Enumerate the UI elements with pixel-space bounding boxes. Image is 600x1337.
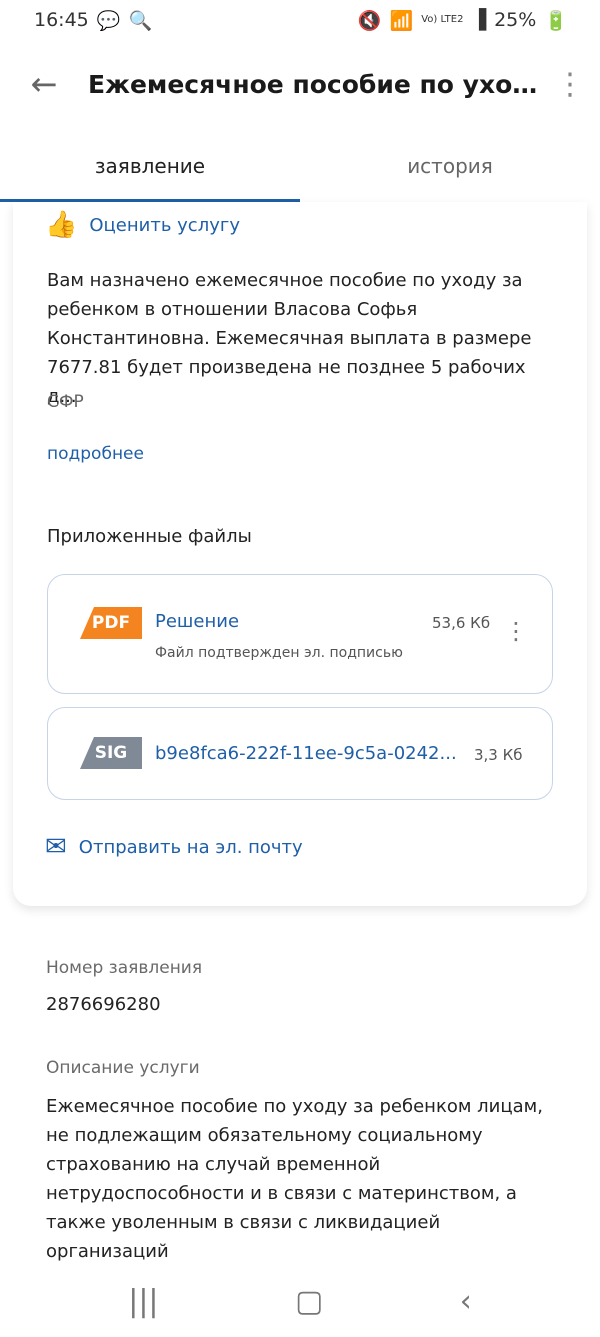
rate-service-button[interactable]: 👍 Оценить услугу: [45, 210, 240, 240]
lte-label: Vo) LTE2: [421, 14, 464, 25]
tab-history[interactable]: история: [300, 130, 600, 202]
recents-icon[interactable]: |||: [128, 1284, 158, 1319]
file-size: 53,6 Кб: [432, 614, 491, 632]
file-signature-note: Файл подтвержден эл. подписью: [155, 645, 403, 661]
tab-application[interactable]: заявление: [0, 130, 300, 202]
file-size: 3,3 Кб: [474, 746, 523, 764]
status-right: 🔇 📶 Vo) LTE2 ▐ 25% 🔋: [358, 9, 568, 32]
send-email-label: Отправить на эл. почту: [78, 836, 303, 858]
more-link[interactable]: подробнее: [47, 444, 144, 464]
signal-icon: ▐: [471, 9, 487, 31]
system-nav-bar: ||| ▢ ‹: [0, 1266, 600, 1336]
wifi-icon: 📶: [389, 9, 414, 32]
search-icon: 🔍: [128, 9, 153, 32]
send-email-button[interactable]: ✉ Отправить на эл. почту: [45, 832, 303, 862]
home-icon[interactable]: ▢: [295, 1284, 323, 1319]
app-bar: ← Ежемесячное пособие по уход... ⋮: [0, 44, 600, 124]
status-bar: 16:45 💬 🔍 🔇 📶 Vo) LTE2 ▐ 25% 🔋: [0, 0, 600, 40]
rate-service-label: Оценить услугу: [89, 214, 240, 236]
status-message: Вам назначено ежемесячное пособие по ухо…: [47, 270, 532, 407]
sig-badge-icon: SIG: [80, 737, 142, 769]
back-icon[interactable]: ‹: [460, 1284, 472, 1319]
service-description-label: Описание услуги: [46, 1058, 200, 1078]
status-time: 16:45: [34, 9, 89, 31]
chat-icon: 💬: [96, 9, 121, 32]
application-number-value: 2876696280: [46, 994, 161, 1015]
application-number-label: Номер заявления: [46, 958, 203, 978]
more-vertical-icon[interactable]: ⋮: [540, 44, 600, 124]
attached-files-title: Приложенные файлы: [47, 526, 252, 547]
back-arrow-icon[interactable]: ←: [0, 44, 88, 124]
more-vertical-icon[interactable]: ⋮: [504, 617, 528, 645]
file-name: Решение: [155, 611, 240, 632]
battery-percent: 25%: [494, 9, 537, 31]
file-name: b9e8fca6-222f-11ee-9c5a-0242...: [155, 743, 457, 764]
message-source: СФР: [47, 392, 84, 412]
status-left: 16:45 💬 🔍: [34, 9, 152, 32]
battery-icon: 🔋: [544, 9, 568, 32]
file-card-signature[interactable]: SIG b9e8fca6-222f-11ee-9c5a-0242... 3,3 …: [47, 707, 553, 800]
service-description-text: Ежемесячное пособие по уходу за ребенком…: [46, 1096, 543, 1262]
mail-icon: ✉: [45, 832, 67, 862]
pdf-badge-icon: PDF: [80, 607, 142, 639]
mute-icon: 🔇: [357, 9, 382, 32]
page-title: Ежемесячное пособие по уход...: [88, 69, 540, 99]
tabs: заявление история: [0, 130, 600, 202]
thumbs-up-icon: 👍: [45, 210, 78, 240]
file-card-decision[interactable]: PDF Решение Файл подтвержден эл. подпись…: [47, 574, 553, 694]
status-card: 👍 Оценить услугу Вам назначено ежемесячн…: [13, 202, 587, 906]
